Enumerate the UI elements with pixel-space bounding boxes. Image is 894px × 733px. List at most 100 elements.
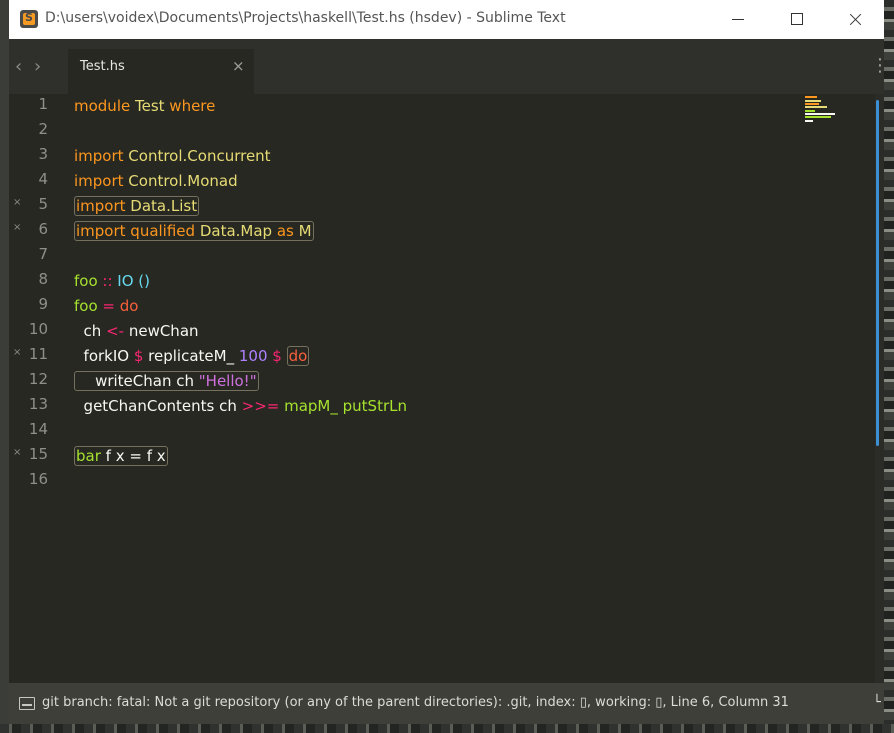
type-name: IO () [117,272,150,290]
nav-forward-icon[interactable]: › [34,56,41,77]
operator: <- [106,322,125,340]
lint-warning-box: writeChan ch "Hello!" [74,371,259,391]
app-icon-letter: S [25,11,33,24]
function-name: bar [76,447,101,465]
module-name: Control.Monad [123,172,238,190]
code-line-6[interactable]: import qualified Data.Map as M [74,220,314,243]
maximize-button[interactable] [767,0,825,39]
line-number: 13 [28,395,48,413]
line-number: 12 [28,370,48,388]
line-number: 3 [38,145,48,163]
code-line-10[interactable]: ch <- newChan [74,320,199,343]
title-bar: S D:\users\voidex\Documents\Projects\has… [9,0,884,39]
line-number: 6 [38,220,48,238]
gutter: 1 2 3 4 × 5 × 6 7 8 9 10 × 11 12 13 14 × 15 … [9,94,69,683]
identifier: writeChan ch [95,372,199,390]
line-number: 2 [38,120,48,138]
module-alias: M [293,222,312,240]
code-line-12[interactable]: writeChan ch "Hello!" [74,370,259,393]
identifier: getChanContents ch [83,397,242,415]
code-line-9[interactable]: foo = do [74,295,138,318]
line-number: 16 [28,470,48,488]
keyword: qualified [125,222,196,240]
code-line-13[interactable]: getChanContents ch >>= mapM_ putStrLn [74,395,407,418]
desktop-wallpaper-bottom [0,724,894,733]
line-number: 11 [28,345,48,363]
tab-label: Test.hs [80,59,125,74]
identifier: forkIO [83,347,134,365]
scrollbar-thumb[interactable] [876,100,879,446]
code-line-1[interactable]: module Test where [74,95,215,118]
code-line-3[interactable]: import Control.Concurrent [74,145,271,168]
error-mark-icon: × [13,347,22,358]
identifier: newChan [124,322,199,340]
keyword: import [76,197,126,215]
identifier: replicateM_ [143,347,239,365]
lint-warning-box: do [286,346,310,366]
keyword: import [76,222,126,240]
lint-warning-box: import qualified Data.Map as M [74,221,314,241]
keyword: import [74,147,124,165]
error-mark-icon: × [13,447,22,458]
identifier: mapM_ putStrLn [279,397,407,415]
identifier: f x = f x [100,447,166,465]
tab-test-hs[interactable]: Test.hs × [68,49,254,94]
module-name: Test [130,97,170,115]
code-editor[interactable]: 1 2 3 4 × 5 × 6 7 8 9 10 × 11 12 13 14 × 15 … [9,94,875,683]
module-name: Data.Map [195,222,273,240]
keyword: module [74,97,131,115]
line-number: 1 [38,95,48,113]
code-line-8[interactable]: foo :: IO () [74,270,150,293]
more-options-icon[interactable]: ⋮ [871,55,889,76]
line-number: 9 [38,295,48,313]
line-number: 5 [38,195,48,213]
module-name: Control.Concurrent [123,147,271,165]
error-mark-icon: × [13,197,22,208]
status-bar: git branch: fatal: Not a git repository … [9,683,884,724]
identifier: ch [83,322,107,340]
code-line-15[interactable]: bar f x = f x [74,445,168,468]
code-line-4[interactable]: import Control.Monad [74,170,238,193]
status-right-glyph: └ [873,695,881,710]
nav-back-icon[interactable]: ‹ [15,56,22,77]
scrollbar-area[interactable] [875,94,884,683]
status-text: git branch: fatal: Not a git repository … [42,695,789,710]
close-window-button[interactable] [826,0,884,39]
line-number: 15 [28,445,48,463]
keyword: where [169,97,216,115]
function-name: foo [74,272,98,290]
operator: $ [133,347,144,365]
minimap[interactable] [805,96,839,124]
code-line-11[interactable]: forkIO $ replicateM_ 100 $ do [74,345,310,368]
lint-warning-box: import Data.List [74,196,200,216]
function-name: foo [74,297,98,315]
minimize-button[interactable] [709,0,767,39]
number-literal: 100 [238,347,268,365]
keyword: import [74,172,124,190]
line-number: 7 [38,245,48,263]
tab-close-icon[interactable]: × [232,57,245,75]
keyword: as [272,222,294,240]
line-number: 4 [38,170,48,188]
console-icon[interactable] [19,697,35,710]
line-number: 10 [28,320,48,338]
operator: $ [267,347,287,365]
window-title: D:\users\voidex\Documents\Projects\haske… [45,10,566,26]
sublime-app-icon: S [20,10,38,28]
tab-bar: ‹ › Test.hs × ⋮ [9,39,889,94]
operator: :: [97,272,118,290]
line-number: 14 [28,420,48,438]
string-literal: "Hello!" [198,372,257,390]
line-number: 8 [38,270,48,288]
operator: >>= [241,397,280,415]
scrollbar-track[interactable] [865,94,875,683]
module-name: Data.List [125,197,198,215]
error-mark-icon: × [13,222,22,233]
lint-warning-box: bar f x = f x [74,446,168,466]
code-line-5[interactable]: import Data.List [74,195,200,218]
keyword: do [119,297,139,315]
